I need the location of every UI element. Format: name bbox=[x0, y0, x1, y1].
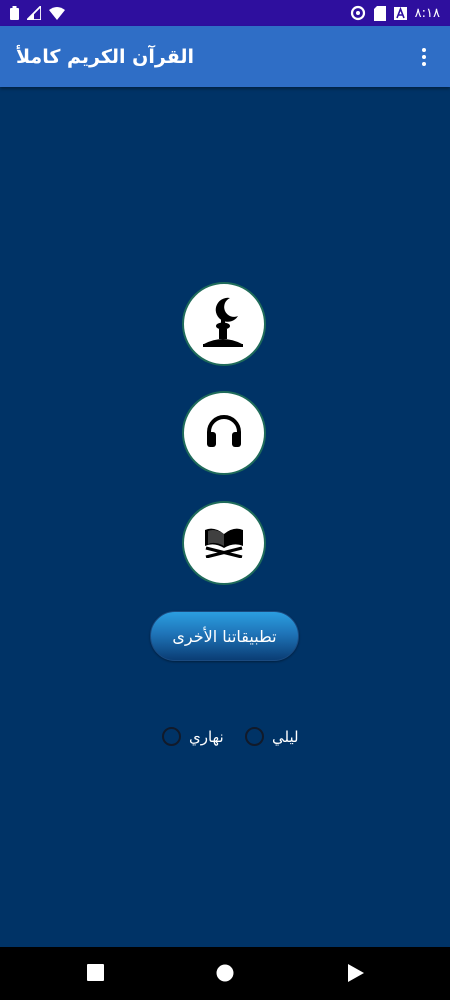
mosque-crescent-icon bbox=[200, 296, 248, 352]
back-icon[interactable] bbox=[347, 964, 365, 986]
read-quran-button[interactable] bbox=[182, 501, 266, 585]
recents-icon[interactable] bbox=[87, 964, 104, 985]
app-title: القرآن الكريم كاملأ bbox=[16, 45, 195, 68]
night-mode-radio[interactable] bbox=[245, 727, 264, 746]
day-mode-radio[interactable] bbox=[162, 727, 181, 746]
listen-button[interactable] bbox=[182, 391, 266, 475]
theme-selector: ليلي نهاري bbox=[0, 727, 450, 749]
home-icon[interactable] bbox=[216, 964, 234, 986]
main-content: تطبيقاتنا الأخرى ليلي نهاري bbox=[0, 87, 450, 947]
status-bar: ٨:١٨ bbox=[0, 0, 450, 26]
status-right: ٨:١٨ bbox=[350, 5, 440, 21]
data-saver-icon bbox=[350, 5, 366, 21]
signal-icon bbox=[27, 6, 41, 20]
navigation-bar bbox=[0, 947, 450, 1000]
day-mode-option[interactable]: نهاري bbox=[162, 727, 224, 746]
app-bar: القرآن الكريم كاملأ bbox=[0, 26, 450, 87]
sd-card-icon bbox=[373, 5, 386, 21]
night-mode-option[interactable]: ليلي bbox=[245, 727, 299, 746]
headphones-icon bbox=[205, 414, 243, 452]
status-left bbox=[10, 6, 65, 20]
battery-icon bbox=[10, 6, 19, 20]
more-vertical-icon[interactable] bbox=[414, 42, 434, 72]
day-mode-label: نهاري bbox=[189, 727, 224, 746]
prayer-button[interactable] bbox=[182, 282, 266, 366]
night-mode-label: ليلي bbox=[272, 727, 299, 746]
status-time: ٨:١٨ bbox=[414, 5, 440, 21]
wifi-icon bbox=[49, 6, 65, 20]
quran-book-icon bbox=[202, 524, 246, 562]
notification-a-icon bbox=[393, 6, 407, 20]
other-apps-button[interactable]: تطبيقاتنا الأخرى bbox=[150, 611, 299, 661]
